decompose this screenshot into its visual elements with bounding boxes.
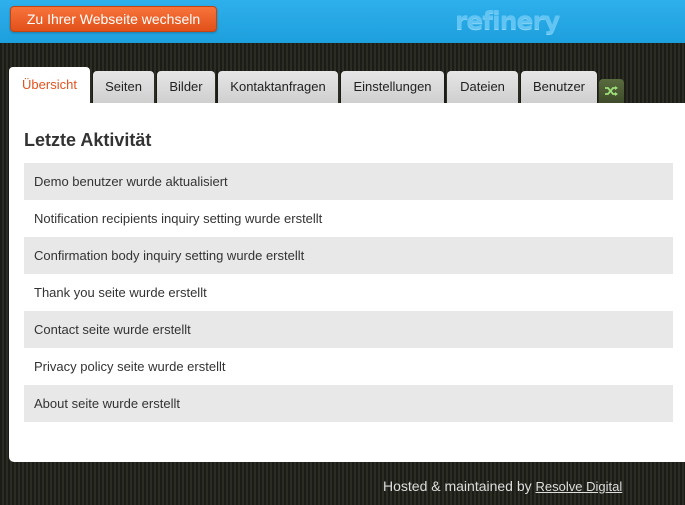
activity-item: Privacy policy seite wurde erstellt bbox=[34, 359, 226, 374]
resolve-digital-link[interactable]: Resolve Digital bbox=[536, 479, 623, 494]
tab-einstellungen[interactable]: Einstellungen bbox=[341, 71, 444, 103]
activity-item: Thank you seite wurde erstellt bbox=[34, 285, 207, 300]
activity-item: About seite wurde erstellt bbox=[24, 385, 673, 422]
activity-item: Notification recipients inquiry setting … bbox=[34, 211, 323, 226]
recent-activity-heading: Letzte Aktivität bbox=[24, 130, 152, 150]
recent-activity-list: Demo benutzer wurde aktualisiert Notific… bbox=[24, 163, 673, 422]
tab-bilder[interactable]: Bilder bbox=[157, 71, 215, 103]
tab-dateien[interactable]: Dateien bbox=[447, 71, 518, 103]
activity-item: Demo benutzer wurde aktualisiert bbox=[24, 163, 673, 200]
footer: Hosted & maintained by Resolve Digital bbox=[383, 478, 622, 494]
tab-uebersicht[interactable]: Übersicht bbox=[9, 67, 90, 103]
top-bar: Zu Ihrer Webseite wechseln refinery bbox=[0, 0, 685, 43]
shuffle-icon bbox=[605, 86, 618, 96]
tab-kontaktanfragen[interactable]: Kontaktanfragen bbox=[218, 71, 338, 103]
refinery-logo: refinery bbox=[455, 6, 560, 35]
main-navigation-tabs: Übersicht Seiten Bilder Kontaktanfragen … bbox=[9, 67, 685, 103]
dashboard-content: Letzte Aktivität Demo benutzer wurde akt… bbox=[9, 103, 685, 462]
tab-seiten[interactable]: Seiten bbox=[93, 71, 154, 103]
switch-menu-button[interactable] bbox=[599, 79, 624, 103]
activity-item: Confirmation body inquiry setting wurde … bbox=[24, 237, 673, 274]
activity-item: Contact seite wurde erstellt bbox=[24, 311, 673, 348]
tab-benutzer[interactable]: Benutzer bbox=[521, 71, 597, 103]
footer-text: Hosted & maintained by bbox=[383, 478, 532, 494]
switch-to-website-button[interactable]: Zu Ihrer Webseite wechseln bbox=[10, 6, 217, 32]
